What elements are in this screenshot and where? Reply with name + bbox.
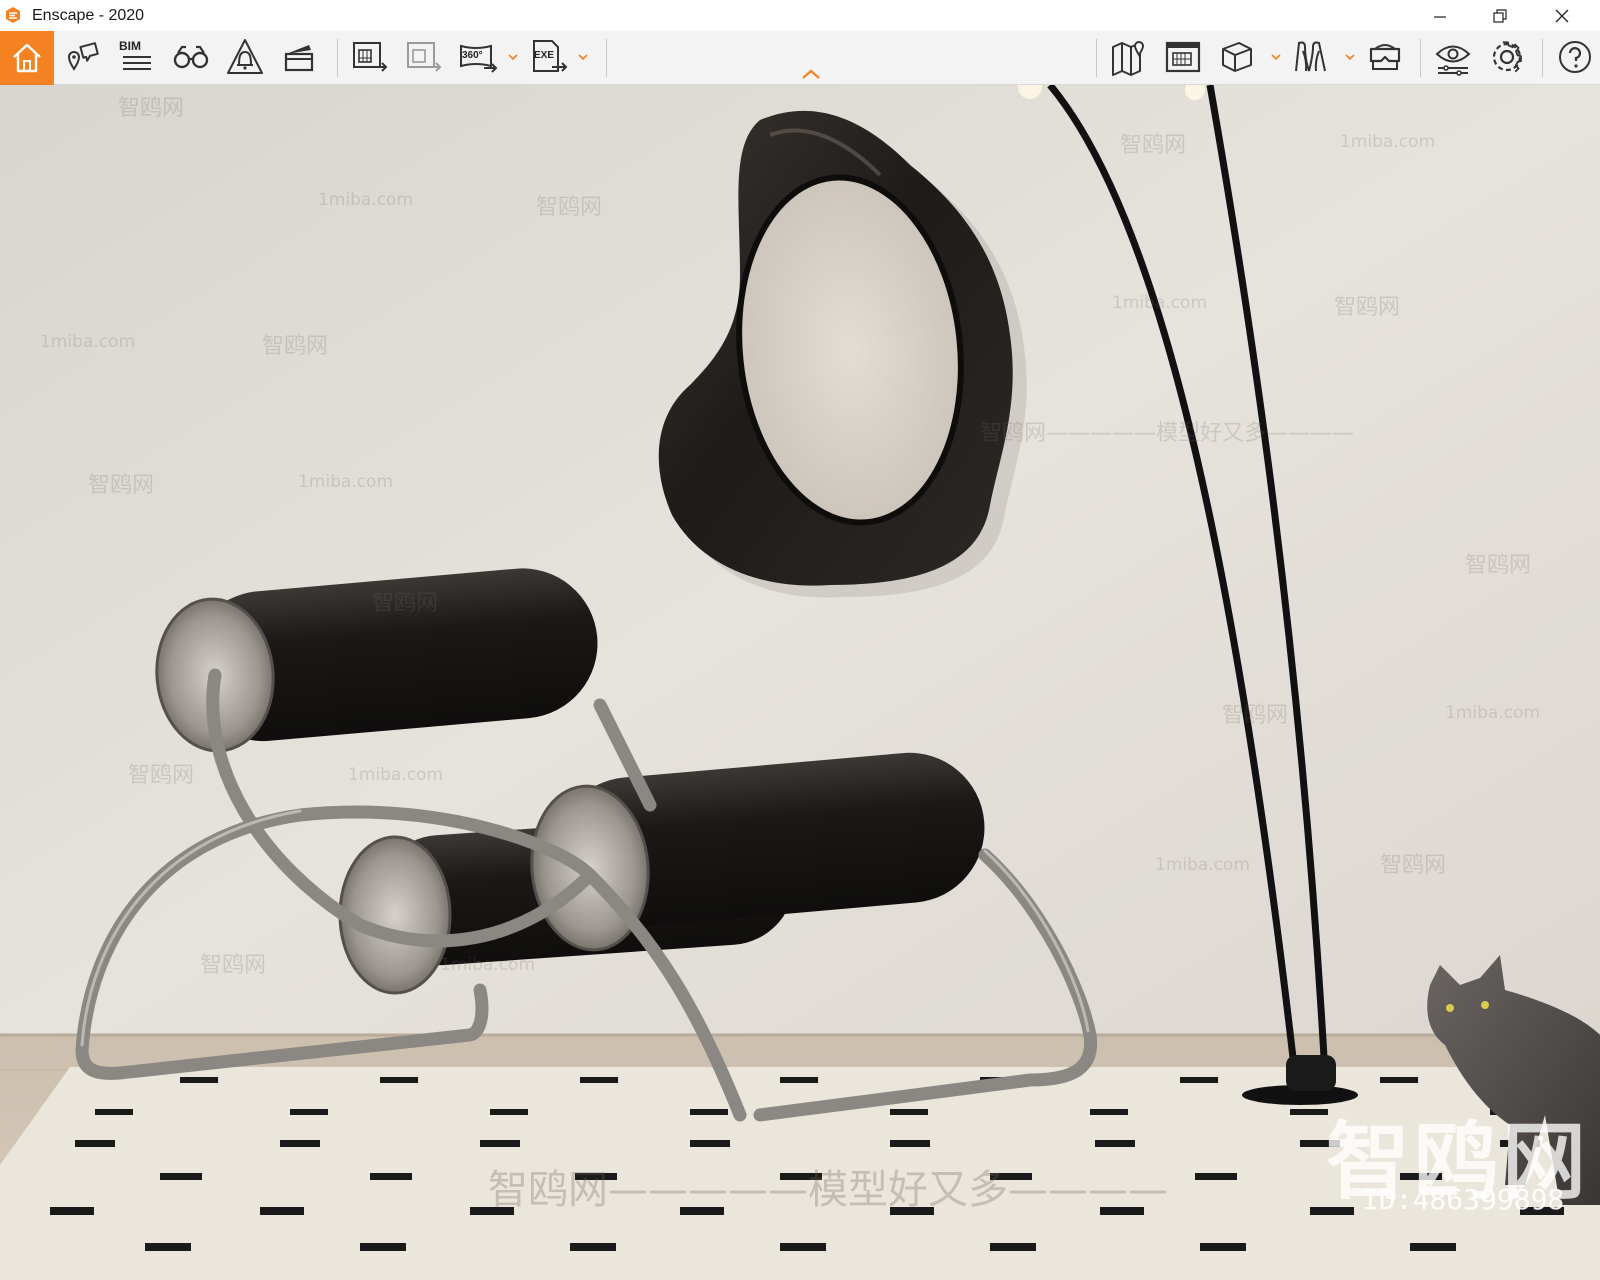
watermark-text: 智鸥网 [1380,853,1447,878]
watermark-text: 智鸥网 [128,763,195,788]
minimize-icon [1434,15,1446,18]
watermark-text: 1miba.com [1445,703,1541,723]
map-pin-speech-icon [67,42,99,71]
toolbar-separator [1096,39,1097,77]
watermark-text: 智鸥网 [536,195,603,220]
asset-library-button[interactable] [1160,34,1206,80]
render-viewport[interactable]: 智鸥网 1miba.com 智鸥网 1miba.com 智鸥网 1miba.co… [0,85,1600,1280]
exe-label: EXE [534,50,555,61]
batch-render-button[interactable] [401,34,447,80]
chevron-down-icon[interactable] [578,53,588,61]
minimize-button[interactable] [1410,0,1470,31]
watermark-text: 1miba.com [348,765,444,785]
watermark-text: 智鸥网—————模型好又多———— [980,421,1355,446]
vr-headset-button[interactable] [1362,34,1408,80]
help-button[interactable] [1552,34,1598,80]
home-icon [13,43,41,73]
chevron-down-icon[interactable] [1271,53,1281,61]
watermark-text: 智鸥网 [88,473,155,498]
bim-label: BIM [119,39,141,53]
watermark-text: 智鸥网 [372,591,439,616]
close-icon [1555,9,1569,22]
watermark-text: 1miba.com [1112,293,1208,313]
binoculars-icon [173,45,209,69]
watermark-text: 智鸥网 [262,334,329,359]
bell-triangle-icon [227,39,263,74]
enscape-toolbar: BIM 360° EXE [0,31,1600,85]
panorama-label: 360° [462,50,483,61]
batch-export-icon [407,42,442,72]
watermark-text: 1miba.com [298,472,394,492]
restore-button[interactable] [1470,0,1530,31]
asset-library-icon [1165,41,1201,73]
toolbar-separator [1542,39,1543,77]
curtain-icon [1295,41,1326,72]
watermark-text: 智鸥网 [200,953,267,978]
export-image-icon [353,42,388,72]
material-editor-button[interactable] [1288,34,1334,80]
map-icon [1112,41,1145,76]
window-title: Enscape - 2020 [32,7,145,24]
watermark-text: 1miba.com [318,190,414,210]
watermark-text: 智鸥网 [118,96,185,121]
close-button[interactable] [1532,0,1592,31]
watermark-text: 智鸥网 [1334,295,1401,320]
clapperboard-icon [284,45,314,72]
bim-button[interactable]: BIM [114,34,160,80]
title-bar: Enscape - 2020 [0,0,1600,31]
toolbar-separator [337,39,338,77]
help-question-icon [1559,41,1591,73]
restore-icon [1493,8,1507,23]
general-settings-button[interactable] [1484,34,1530,80]
toolbar-separator [606,39,607,77]
visual-settings-button[interactable] [1430,34,1476,80]
toolbar-separator [1420,39,1421,77]
watermark-text: 1miba.com [440,955,536,975]
home-button[interactable] [0,31,54,85]
watermark-text: 1miba.com [1340,132,1436,152]
collapse-toolbar-chevron-up-icon[interactable] [800,67,822,81]
enscape-logo-icon [6,7,20,23]
objects-button[interactable] [1214,34,1260,80]
sync-selection-button[interactable] [222,34,268,80]
watermark-slogan: 智鸥网—————模型好又多———— [488,1167,1168,1213]
watermark-text: 1miba.com [40,332,136,352]
watermark-text: 智鸥网 [1120,133,1187,158]
panorama-export-button[interactable]: 360° [455,34,501,80]
walk-mode-button[interactable] [168,34,214,80]
chevron-down-icon[interactable] [1345,53,1355,61]
watermark-id: ID:486399898 [1362,1183,1565,1216]
chevron-down-icon[interactable] [508,53,518,61]
watermark-text: 智鸥网 [1465,553,1532,578]
cube-icon [1222,42,1252,72]
render-screenshot-button[interactable] [347,34,393,80]
eye-settings-icon [1435,45,1471,76]
gear-icon [1492,41,1522,73]
vr-headset-icon [1369,44,1401,70]
video-editor-button[interactable] [276,34,322,80]
watermark-text: 1miba.com [1155,855,1251,875]
views-button[interactable] [60,34,106,80]
watermark-text: 智鸥网 [1222,703,1289,728]
map-button[interactable] [1106,34,1152,80]
standalone-export-button[interactable]: EXE [525,34,571,80]
